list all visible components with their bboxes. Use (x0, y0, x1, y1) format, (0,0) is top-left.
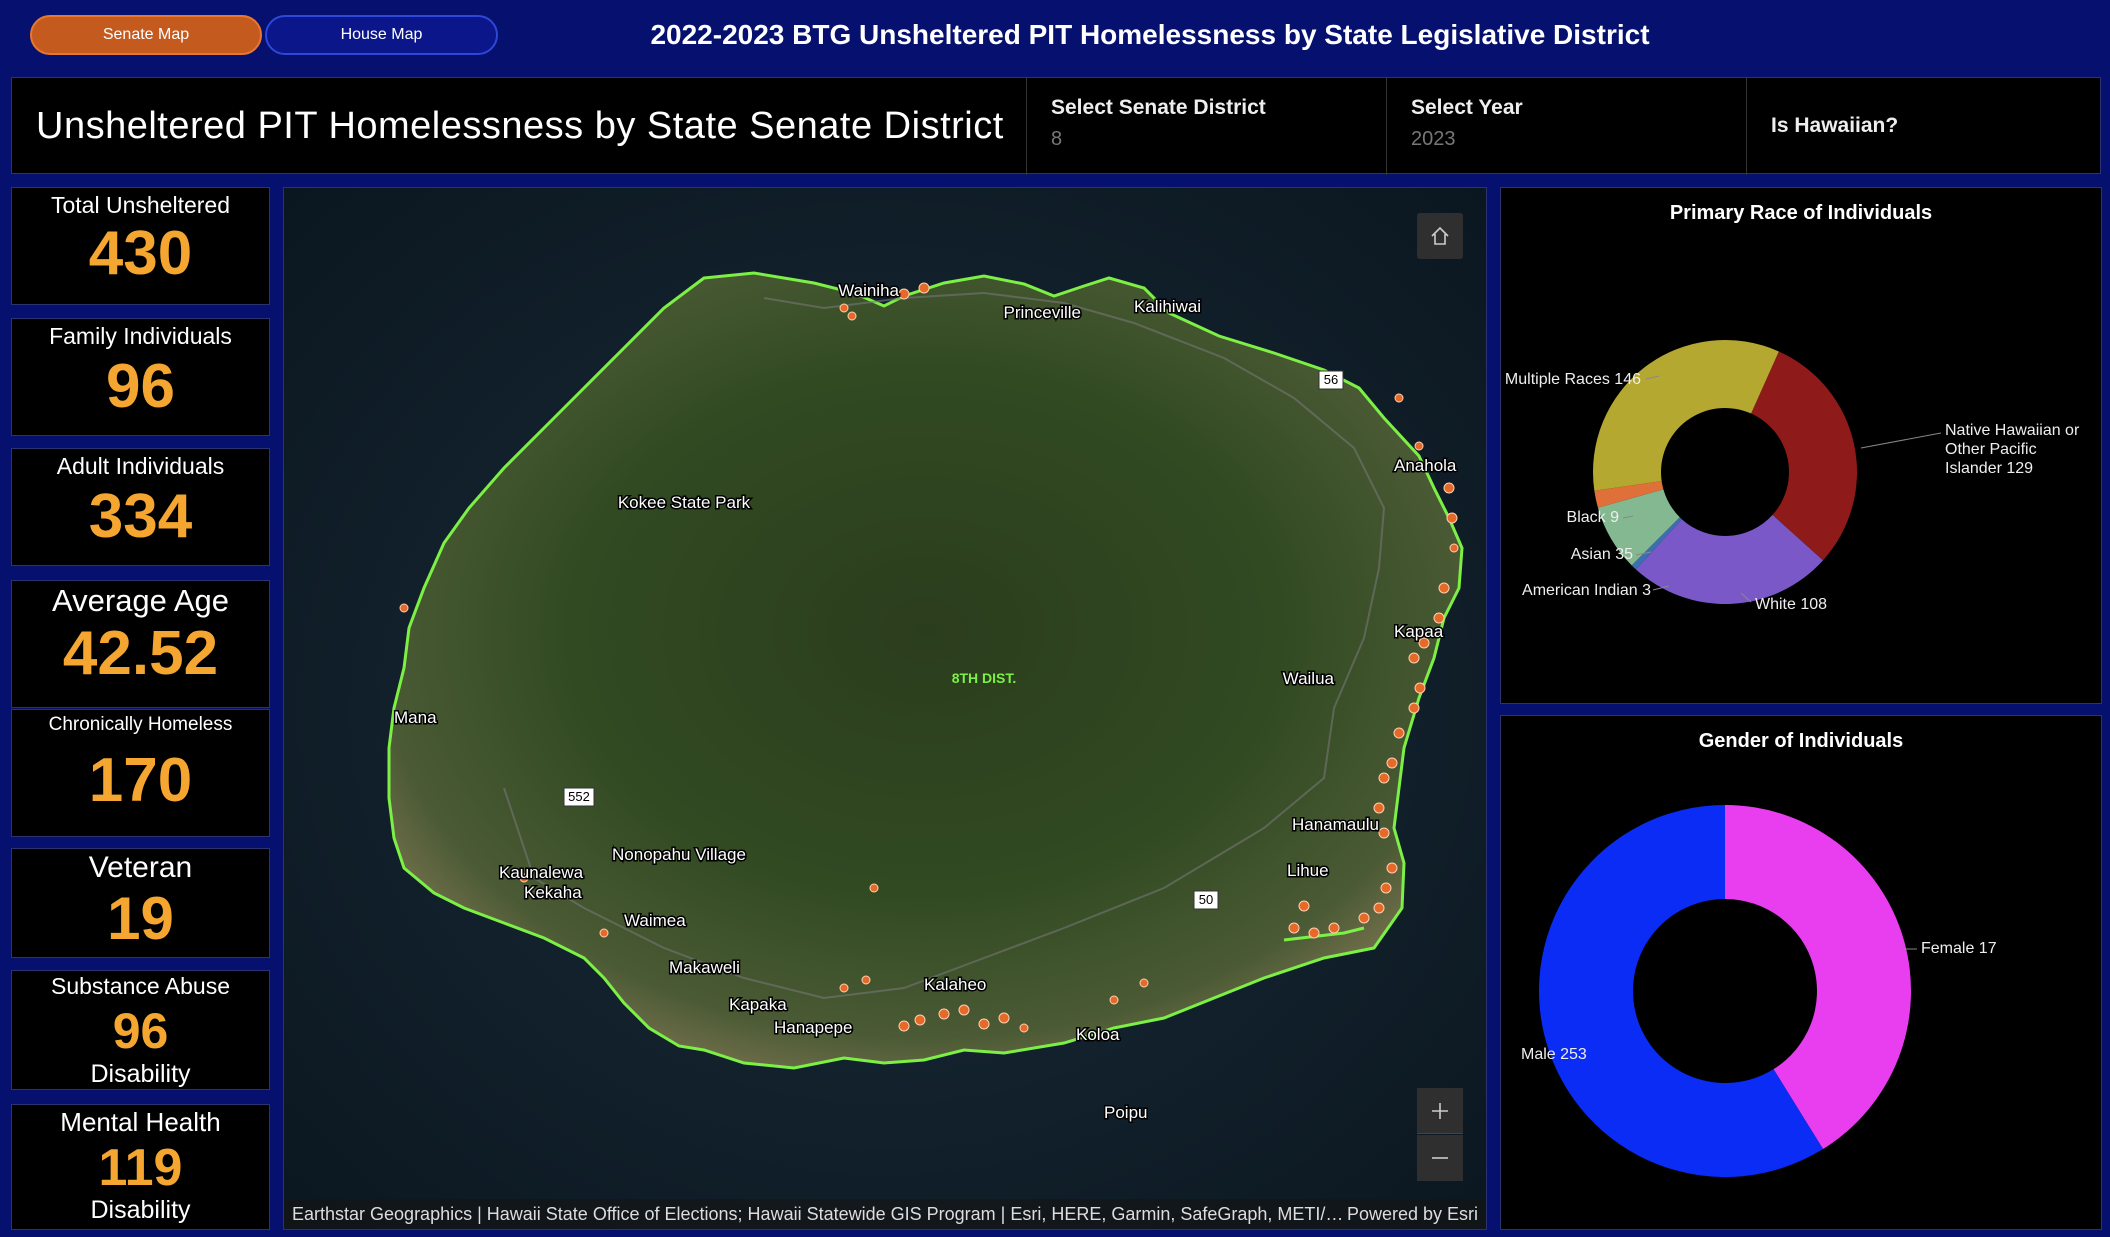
stat-card-average-age: Average Age 42.52 (11, 580, 270, 708)
route-shield-label: 56 (1324, 372, 1338, 387)
place-label: Lihue (1287, 861, 1329, 880)
stat-value: 42.52 (62, 619, 219, 688)
stat-label: Mental Health (60, 1107, 221, 1137)
place-label: Kaunalewa (499, 863, 584, 882)
place-label: Nonopahu Village (612, 845, 746, 864)
zoom-in-button[interactable] (1417, 1088, 1463, 1134)
senate-district-value[interactable]: 8 (1051, 128, 1386, 151)
stat-value: 19 (107, 885, 174, 952)
stat-card-adult: Adult Individuals 334 (11, 448, 270, 566)
place-label: Hanapepe (774, 1018, 852, 1037)
stat-card-family: Family Individuals 96 (11, 318, 270, 436)
place-label: Kalihiwai (1134, 297, 1201, 316)
stat-card-mental-health: Mental Health 119 Disability (11, 1104, 270, 1230)
home-button[interactable] (1417, 213, 1463, 259)
hawaiian-selector[interactable]: Is Hawaiian? (1746, 78, 2102, 175)
slice-label: Asian 35 (1571, 546, 1633, 563)
place-label: Wailua (1283, 669, 1335, 688)
place-label: Koloa (1076, 1025, 1120, 1044)
header-bar: Unsheltered PIT Homelessness by State Se… (11, 77, 2102, 175)
slice-label: Male 253 (1521, 1046, 1587, 1063)
race-chart-title: Primary Race of Individuals (1669, 202, 1933, 224)
stat-card-total: Total Unsheltered 430 (11, 187, 270, 305)
app-title: 2022-2023 BTG Unsheltered PIT Homelessne… (650, 19, 1650, 50)
stat-value: 430 (88, 219, 193, 288)
senate-map-button[interactable]: Senate Map (30, 15, 262, 55)
stat-label: Veteran (88, 851, 193, 884)
stat-label: Total Unsheltered (51, 192, 230, 218)
route-shield-label: 552 (568, 789, 590, 804)
place-label: Kapaa (1394, 622, 1444, 641)
stat-value: 96 (112, 1003, 169, 1059)
stat-label: Adult Individuals (56, 453, 225, 479)
stat-sub-label: Disability (90, 1196, 191, 1224)
map-canvas[interactable]: Wainiha Princeville Kalihiwai Anahola Ko… (284, 188, 1487, 1230)
slice-label: Multiple Races 146 (1505, 371, 1641, 388)
stat-value: 119 (98, 1139, 183, 1197)
place-label: Poipu (1104, 1103, 1147, 1122)
gender-donut-chart: Female 17 Male 253 (1521, 805, 1997, 1177)
year-value[interactable]: 2023 (1411, 128, 1746, 151)
place-label: Hanamaulu (1292, 815, 1379, 834)
senate-district-label: Select Senate District (1051, 96, 1266, 119)
race-donut-chart: Native Hawaiian or Other Pacific Islander … (1505, 339, 2080, 613)
powered-by-esri[interactable]: Powered by Esri (1347, 1204, 1478, 1225)
district-label: 8TH DIST. (952, 670, 1017, 686)
slice-label: Other Pacific (1945, 441, 2037, 458)
donut-slice-multiple-races[interactable] (1593, 339, 1779, 491)
senate-district-selector[interactable]: Select Senate District 8 (1026, 78, 1386, 175)
slice-label: Islander 129 (1945, 460, 2033, 477)
stat-label: Average Age (52, 583, 229, 618)
house-map-button[interactable]: House Map (265, 15, 498, 55)
stat-label: Family Individuals (49, 323, 232, 349)
attribution-text: Earthstar Geographics | Hawaii State Off… (292, 1203, 1344, 1224)
stat-card-veteran: Veteran 19 (11, 848, 270, 958)
slice-label: White 108 (1755, 596, 1827, 613)
stat-label: Substance Abuse (50, 973, 231, 999)
stat-value: 96 (106, 352, 175, 421)
map-view[interactable]: Wainiha Princeville Kalihiwai Anahola Ko… (283, 187, 1487, 1230)
minus-icon (1432, 1157, 1448, 1159)
slice-label: Female 17 (1921, 940, 1997, 957)
leader-line (1860, 432, 1942, 449)
place-label: Waimea (624, 911, 686, 930)
place-label: Wainiha (838, 281, 899, 300)
place-label: Kokee State Park (618, 493, 751, 512)
zoom-out-button[interactable] (1417, 1135, 1463, 1181)
place-label: Princeville (1004, 303, 1081, 322)
year-selector[interactable]: Select Year 2023 (1386, 78, 1746, 175)
stat-value: 170 (88, 746, 193, 815)
gender-chart-title: Gender of Individuals (1698, 730, 1904, 752)
place-label: Makaweli (669, 958, 740, 977)
place-label: Mana (394, 708, 437, 727)
stat-value: 334 (88, 482, 193, 551)
year-label: Select Year (1411, 96, 1523, 119)
stat-card-substance-abuse: Substance Abuse 96 Disability (11, 970, 270, 1090)
map-attribution: Earthstar Geographics | Hawaii State Off… (284, 1199, 1486, 1229)
page-title: Unsheltered PIT Homelessness by State Se… (36, 105, 1004, 147)
plus-icon (1432, 1102, 1448, 1119)
slice-label: American Indian 3 (1522, 582, 1651, 599)
gender-chart-panel: Female 17 Male 253 Gender of Individuals (1500, 715, 2102, 1230)
hawaiian-label: Is Hawaiian? (1771, 114, 1899, 137)
place-label: Anahola (1394, 456, 1457, 475)
stat-label: Chronically Homeless (48, 714, 233, 735)
slice-label: Black 9 (1567, 509, 1620, 526)
place-label: Kapaka (729, 995, 787, 1014)
place-label: Kekaha (524, 883, 582, 902)
slice-label: Native Hawaiian or (1945, 422, 2080, 439)
place-label: Kalaheo (924, 975, 986, 994)
stat-card-chronic: Chronically Homeless 170 (11, 709, 270, 837)
stat-sub-label: Disability (90, 1060, 191, 1088)
route-shield-label: 50 (1199, 892, 1213, 907)
race-chart-panel: Native Hawaiian or Other Pacific Islander … (1500, 187, 2102, 704)
home-icon (1431, 226, 1449, 245)
